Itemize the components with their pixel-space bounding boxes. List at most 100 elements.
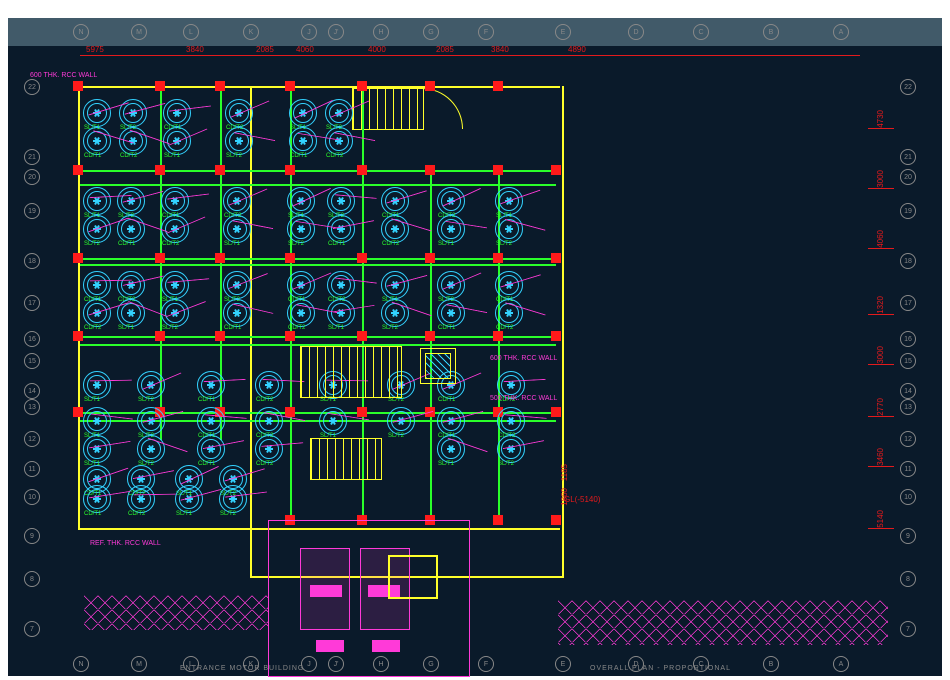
fan-tag: CD/T2 [128,511,145,517]
dim-right-tick-6 [868,466,894,468]
column [493,81,503,91]
grid-bubble-col-B: B [763,656,779,672]
grid-bubble-row-17: 17 [24,295,40,311]
grid-bubble-row-21: 21 [24,149,40,165]
hatch-left-strip [84,595,268,630]
grid-bubble-col-N: N [73,24,89,40]
level-val: -5140 [577,495,597,504]
grid-bubble-row-11: 11 [900,461,916,477]
grid-bubble-row-18: 18 [900,253,916,269]
grid-bubble-row-9: 9 [24,528,40,544]
grid-bubble-row-20: 20 [900,169,916,185]
partition-row-18 [80,258,556,260]
grid-bubble-row-20: 20 [24,169,40,185]
grid-bubble-col-L: L [183,24,199,40]
column [73,81,83,91]
cad-viewport[interactable]: NMLKJJ'HGFEDCBA NMLKJJ'HGFEDCBA 22212019… [0,0,950,680]
grid-bubble-col-D: D [628,24,644,40]
column [155,165,165,175]
grid-bubble-row-12: 12 [24,431,40,447]
legend-right: OVERALL PLAN - PROPORTIONAL [590,665,731,672]
fan-tag: CD/T1 [224,325,241,331]
grid-bubble-col-M: M [131,656,147,672]
fan-tag: SL/T1 [438,241,454,247]
grid-bubble-row-19: 19 [24,203,40,219]
column [155,81,165,91]
dim-right-tick-2 [868,248,894,250]
whitespace-left [0,0,8,680]
dim-right-tick-1 [868,188,894,190]
column [285,165,295,175]
column [155,331,165,341]
fan-tag: CD/T1 [84,511,101,517]
grid-bubble-col-H: H [373,24,389,40]
grid-bubble-row-10: 10 [900,489,916,505]
yellow-enclosure [388,555,438,599]
stair-lower [310,438,382,480]
grid-bubble-col-J: J [301,24,317,40]
fan-tag: CD/T2 [496,325,513,331]
grid-bubble-row-22: 22 [24,79,40,95]
dim-right-tick-3 [868,314,894,316]
column [493,331,503,341]
fan-tag: SL/T1 [118,325,134,331]
fan-tag: SL/T2 [382,325,398,331]
dim-small-left: 1185 [560,464,569,481]
column [357,253,367,263]
column [357,81,367,91]
titlebar-band [8,18,942,46]
staircase-central [300,346,402,398]
grid-bubble-row-11: 11 [24,461,40,477]
lower-block-a [310,585,342,597]
grid-bubble-row-7: 7 [24,621,40,637]
grid-bubble-row-12: 12 [900,431,916,447]
grid-bubble-row-17: 17 [900,295,916,311]
dimension-leader-top [80,55,860,57]
column [285,253,295,263]
column [551,165,561,175]
fan-tag: CD/T1 [84,153,101,159]
dim-top-5: 2085 [436,45,454,54]
column [551,331,561,341]
dim-top-0: 5975 [86,45,104,54]
column [285,407,295,417]
note-ne: 600 THK. RCC WALL [490,355,557,362]
column [285,81,295,91]
dim-small-right: 1860 [560,488,569,506]
column [493,253,503,263]
column [551,253,561,263]
partition-row-18b [80,264,556,266]
fan-tag: CD/T1 [198,397,215,403]
grid-bubble-col-B: B [763,24,779,40]
column [215,81,225,91]
column [425,165,435,175]
grid-bubble-row-14: 14 [24,383,40,399]
grid-bubble-col-C: C [693,24,709,40]
grid-bubble-col-F: F [478,24,494,40]
grid-bubble-row-7: 7 [900,621,916,637]
fan-tag: CD/T2 [256,397,273,403]
note-e: 500 THK. RCC WALL [490,395,557,402]
column [357,165,367,175]
grid-bubble-col-A: A [833,656,849,672]
note-nw: 600 THK. RCC WALL [30,72,97,79]
column [493,515,503,525]
level-label: GL(-5140) [564,495,600,504]
dim-right-4: 3000 [876,346,885,364]
grid-bubble-row-13: 13 [900,399,916,415]
column [493,165,503,175]
column [73,407,83,417]
fan-tag: SL/T1 [328,325,344,331]
fan-tag: SL/T2 [498,461,514,467]
column [215,331,225,341]
column [425,331,435,341]
dim-top-7: 4890 [568,45,586,54]
whitespace-top [0,0,950,18]
grid-bubble-col-J': J' [328,24,344,40]
fan-tag: CD/T1 [118,241,135,247]
lower-block-d [372,640,400,652]
grid-bubble-col-K: K [243,24,259,40]
fan-tag: CD/T1 [198,461,215,467]
grid-bubble-row-14: 14 [900,383,916,399]
fan-tag: SL/T2 [496,241,512,247]
